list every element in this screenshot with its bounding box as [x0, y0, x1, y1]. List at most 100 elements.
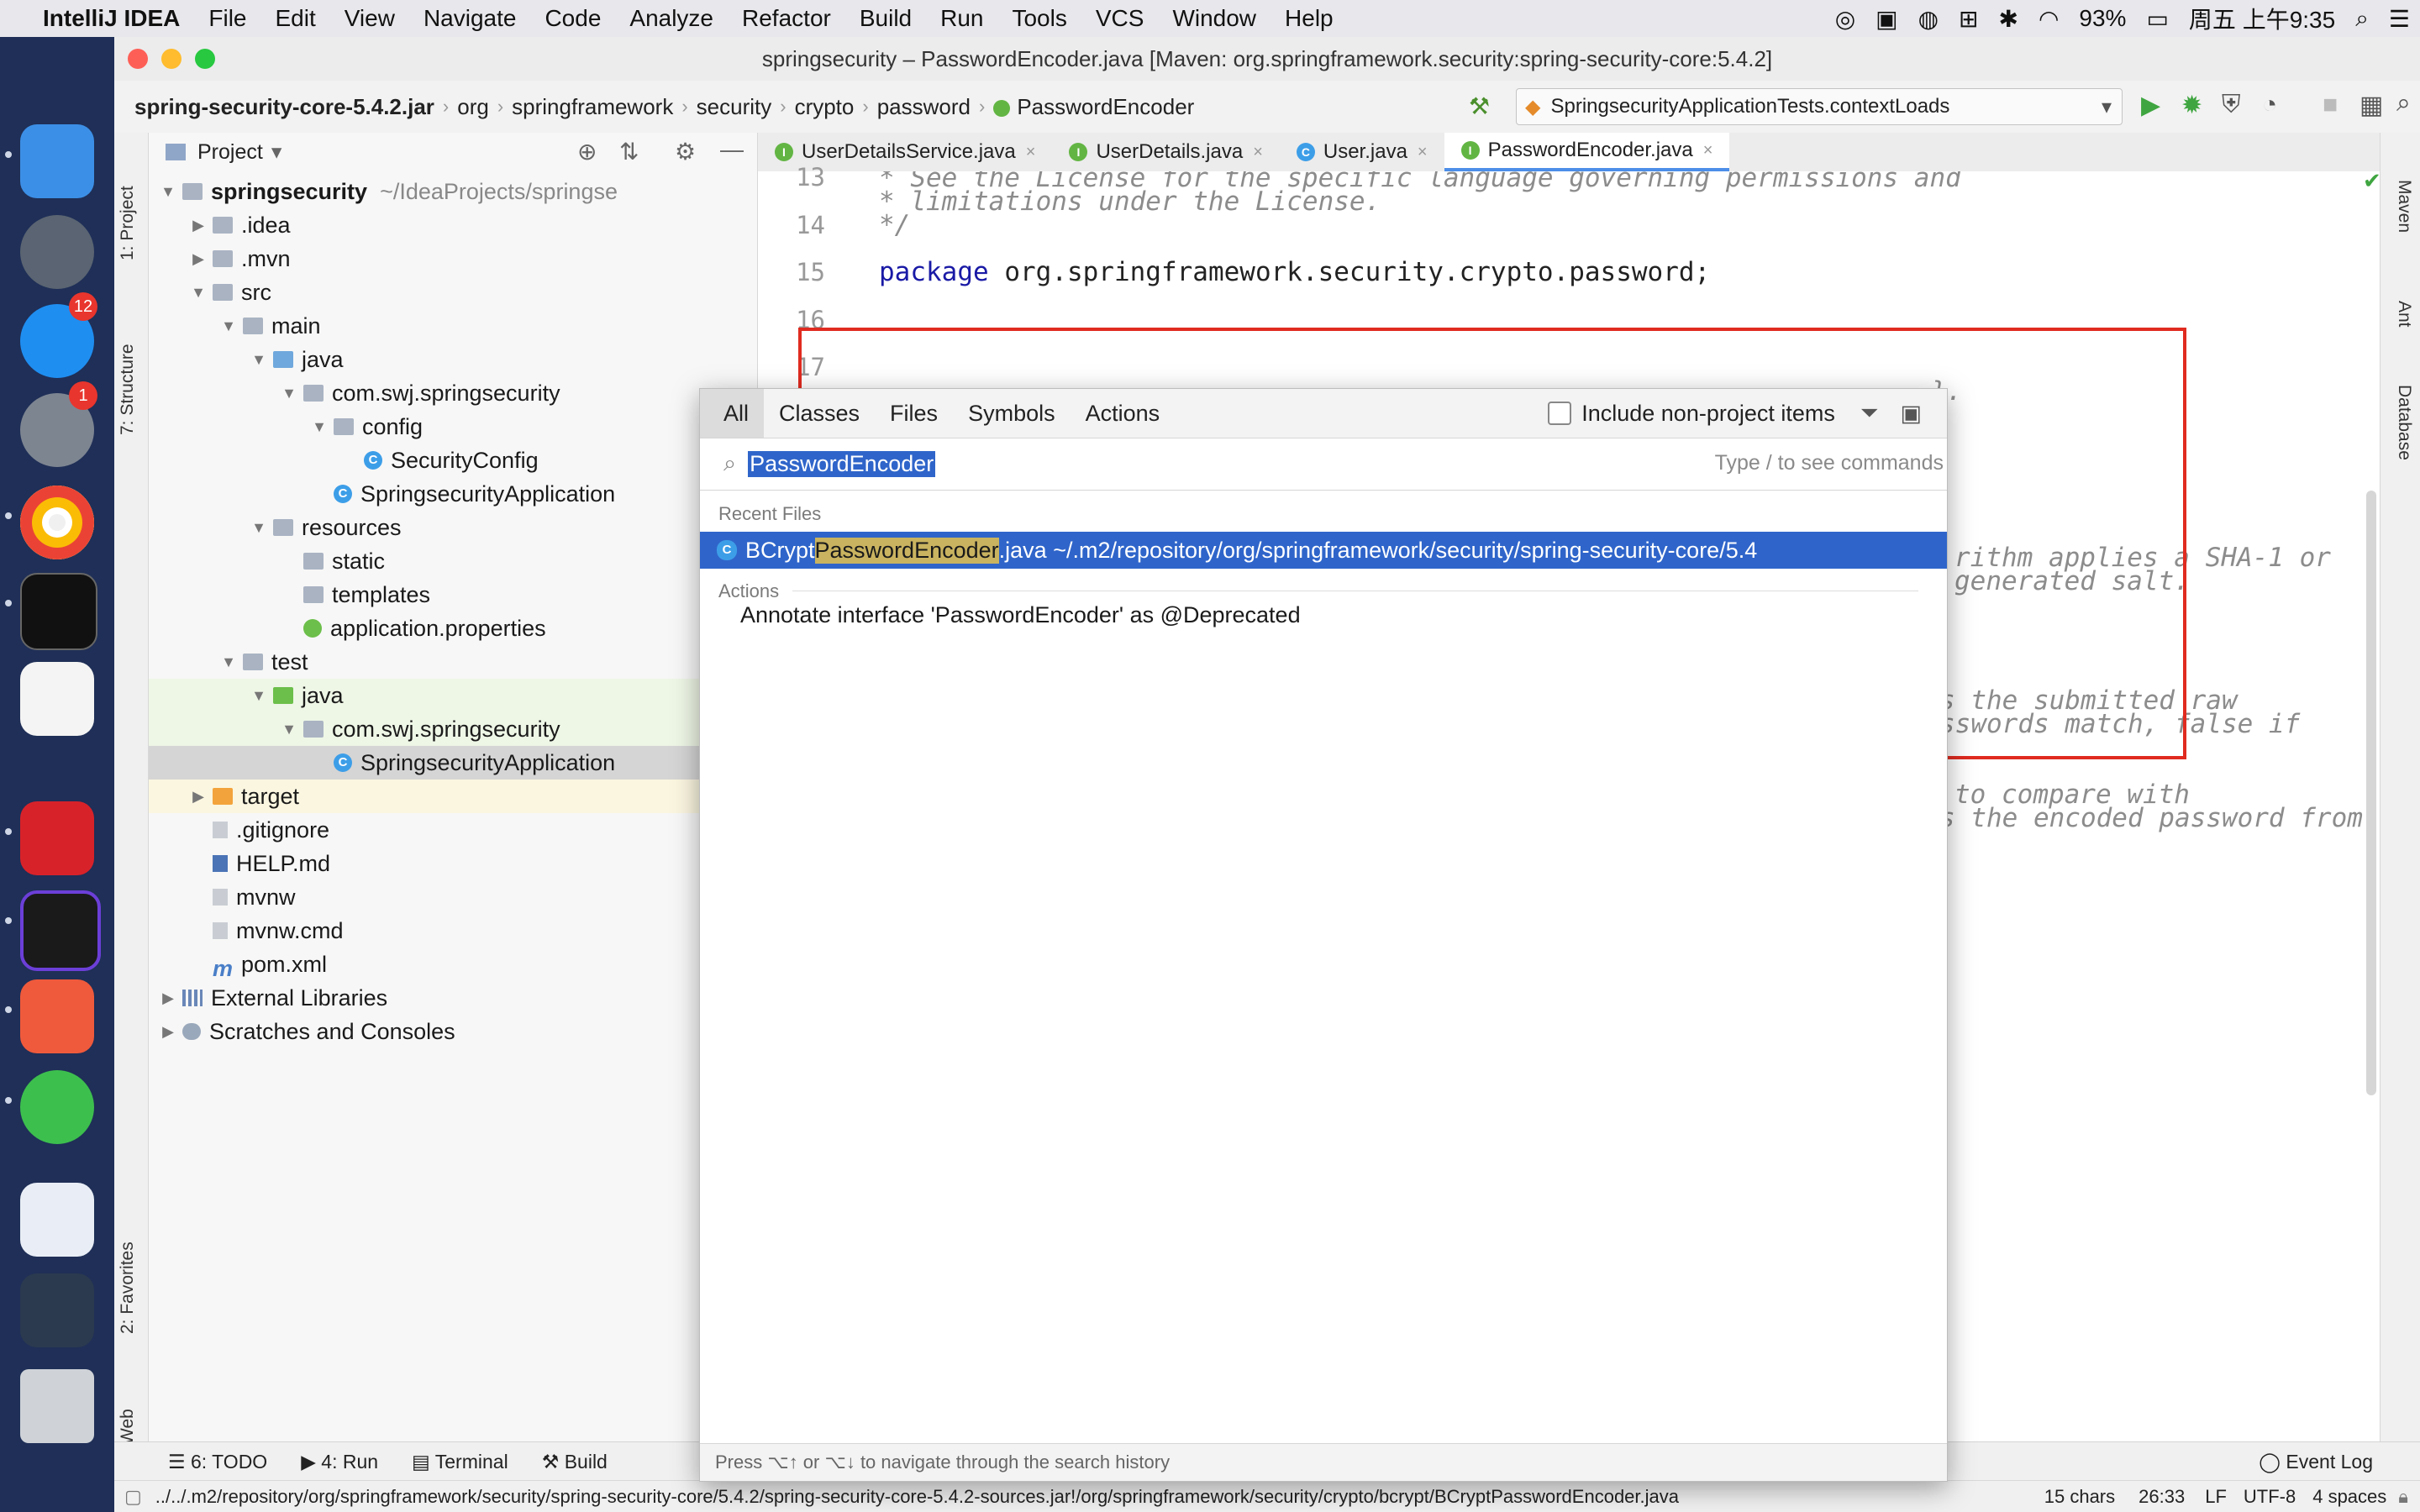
tree-item-test-package[interactable]: ▼ com.swj.springsecurity — [149, 712, 757, 746]
tool-tab-web[interactable]: Web — [118, 1409, 138, 1445]
search-tab-symbols[interactable]: Symbols — [953, 389, 1071, 438]
textedit-icon[interactable] — [20, 662, 94, 736]
collapsed-arrow-icon[interactable]: ▶ — [189, 250, 208, 268]
input-method-icon[interactable]: ⊞ — [1949, 5, 1988, 33]
tab-user[interactable]: C User.java × — [1280, 133, 1444, 171]
status-encoding[interactable]: UTF-8 — [2235, 1486, 2304, 1508]
project-structure-icon[interactable]: ▦ — [2360, 91, 2383, 120]
tree-item-static[interactable]: static — [149, 544, 757, 578]
tree-item-package[interactable]: ▼ com.swj.springsecurity — [149, 376, 757, 410]
wechat-icon[interactable] — [20, 1070, 94, 1144]
build-hammer-icon[interactable]: ⚒ — [1469, 92, 1490, 120]
tree-item-target[interactable]: ▶ target — [149, 780, 757, 813]
expanded-arrow-icon[interactable]: ▼ — [280, 721, 298, 738]
filter-icon[interactable]: ⏷ — [1860, 400, 1879, 427]
collapsed-arrow-icon[interactable]: ▶ — [189, 217, 208, 234]
tab-passwordencoder[interactable]: I PasswordEncoder.java × — [1444, 133, 1730, 171]
tree-item-securityconfig[interactable]: C SecurityConfig — [149, 444, 757, 477]
menu-tools[interactable]: Tools — [997, 5, 1081, 32]
menu-edit[interactable]: Edit — [261, 5, 330, 32]
expanded-arrow-icon[interactable]: ▼ — [159, 183, 177, 201]
tree-item-main[interactable]: ▼ main — [149, 309, 757, 343]
tool-tab-project[interactable]: 1: Project — [118, 186, 138, 260]
breadcrumb-springframework[interactable]: springframework — [503, 94, 681, 120]
open-in-find-window-icon[interactable]: ▣ — [1900, 401, 1922, 427]
recent-window-icon[interactable] — [20, 1273, 94, 1347]
menu-view[interactable]: View — [330, 5, 409, 32]
close-icon[interactable]: × — [1253, 143, 1263, 162]
project-view-dropdown[interactable]: Project — [197, 140, 263, 165]
expanded-arrow-icon[interactable]: ▼ — [219, 654, 238, 671]
close-icon[interactable]: × — [1026, 143, 1036, 162]
tree-item-mvnw-cmd[interactable]: mvnw.cmd — [149, 914, 757, 948]
locate-file-icon[interactable]: ⊕ — [577, 138, 597, 165]
minimize-window-button[interactable] — [161, 49, 182, 69]
inspection-ok-icon[interactable]: ✔ — [2363, 168, 2381, 194]
terminal-icon[interactable] — [20, 573, 97, 650]
gear-icon[interactable]: ⚙ — [675, 138, 696, 165]
status-indent[interactable]: 4 spaces — [2304, 1486, 2395, 1508]
finder-icon[interactable] — [20, 124, 94, 198]
tree-item-scratches[interactable]: ▶ Scratches and Consoles — [149, 1015, 757, 1048]
tree-item-test[interactable]: ▼ test — [149, 645, 757, 679]
search-input[interactable]: PasswordEncoder — [748, 450, 936, 477]
search-everywhere-icon[interactable]: ⌕ — [2396, 89, 2411, 118]
include-non-project-checkbox[interactable] — [1548, 402, 1572, 425]
action-result-item[interactable]: Annotate interface 'PasswordEncoder' as … — [740, 602, 1301, 628]
tree-item-root[interactable]: ▼ springsecurity ~/IdeaProjects/springse — [149, 175, 757, 208]
menu-help[interactable]: Help — [1270, 5, 1348, 32]
editor-scrollbar[interactable] — [2366, 491, 2376, 1095]
run-configuration-dropdown[interactable]: ◆ SpringsecurityApplicationTests.context… — [1516, 88, 2123, 125]
debug-icon[interactable]: ✹ — [2181, 91, 2202, 120]
status-caret-position[interactable]: 26:33 — [2127, 1486, 2196, 1508]
battery-icon[interactable]: ▭ — [2136, 5, 2178, 33]
wechat-status-icon[interactable]: ◎ — [1825, 5, 1865, 33]
search-tab-actions[interactable]: Actions — [1071, 389, 1176, 438]
expanded-arrow-icon[interactable]: ▼ — [310, 418, 329, 436]
tool-todo[interactable]: ☰ 6: TODO — [114, 1451, 284, 1473]
chevron-down-icon[interactable]: ▾ — [271, 139, 282, 165]
tab-userdetails[interactable]: I UserDetails.java × — [1052, 133, 1279, 171]
breadcrumb-security[interactable]: security — [688, 94, 781, 120]
menu-navigate[interactable]: Navigate — [409, 5, 531, 32]
tree-item-pom[interactable]: m pom.xml — [149, 948, 757, 982]
trash-icon[interactable] — [20, 1369, 94, 1443]
menu-run[interactable]: Run — [926, 5, 997, 32]
menu-window[interactable]: Window — [1158, 5, 1270, 32]
tree-item-mvnw[interactable]: mvnw — [149, 880, 757, 914]
tree-item-resources[interactable]: ▼ resources — [149, 511, 757, 544]
breadcrumb-jar[interactable]: spring-security-core-5.4.2.jar — [114, 94, 443, 120]
tree-item-main-java[interactable]: ▼ java — [149, 343, 757, 376]
expanded-arrow-icon[interactable]: ▼ — [189, 284, 208, 302]
tool-terminal[interactable]: ▤ Terminal — [395, 1451, 525, 1473]
search-tab-classes[interactable]: Classes — [764, 389, 875, 438]
panel-toggle-icon[interactable]: ▢ — [124, 1486, 142, 1508]
tool-tab-structure[interactable]: 7: Structure — [118, 344, 138, 435]
tool-tab-database[interactable]: Database — [2394, 385, 2414, 460]
search-tab-all[interactable]: All — [700, 389, 765, 438]
menu-file[interactable]: File — [194, 5, 260, 32]
tree-item-config[interactable]: ▼ config — [149, 410, 757, 444]
status-selection-chars[interactable]: 15 chars — [2033, 1486, 2127, 1508]
breadcrumb-password[interactable]: password — [869, 94, 979, 120]
profile-icon[interactable]: ◔ — [2262, 91, 2277, 119]
tree-item-application-tests[interactable]: C SpringsecurityApplication — [149, 746, 757, 780]
messages-status-icon[interactable]: ◍ — [1908, 5, 1949, 33]
downloads-stack-icon[interactable] — [20, 1183, 94, 1257]
hide-panel-icon[interactable]: — — [720, 136, 744, 163]
expanded-arrow-icon[interactable]: ▼ — [250, 351, 268, 369]
menu-app-name[interactable]: IntelliJ IDEA — [29, 5, 194, 32]
include-non-project-label[interactable]: Include non-project items — [1581, 401, 1835, 427]
breadcrumb-passwordencoder[interactable]: PasswordEncoder — [985, 94, 1202, 120]
tree-item-idea[interactable]: ▶ .idea — [149, 208, 757, 242]
breadcrumb-crypto[interactable]: crypto — [786, 94, 863, 120]
coverage-icon[interactable]: ⛨ — [2222, 91, 2241, 119]
menu-analyze[interactable]: Analyze — [615, 5, 728, 32]
close-icon[interactable]: × — [1703, 141, 1713, 160]
maximize-window-button[interactable] — [195, 49, 215, 69]
intellij-idea-icon[interactable] — [20, 890, 101, 971]
battery-percent[interactable]: 93% — [2069, 5, 2136, 32]
tool-run[interactable]: ▶ 4: Run — [284, 1451, 395, 1473]
bluetooth-icon[interactable]: ✱ — [1989, 5, 2028, 33]
clock[interactable]: 周五 上午9:35 — [2179, 2, 2345, 35]
